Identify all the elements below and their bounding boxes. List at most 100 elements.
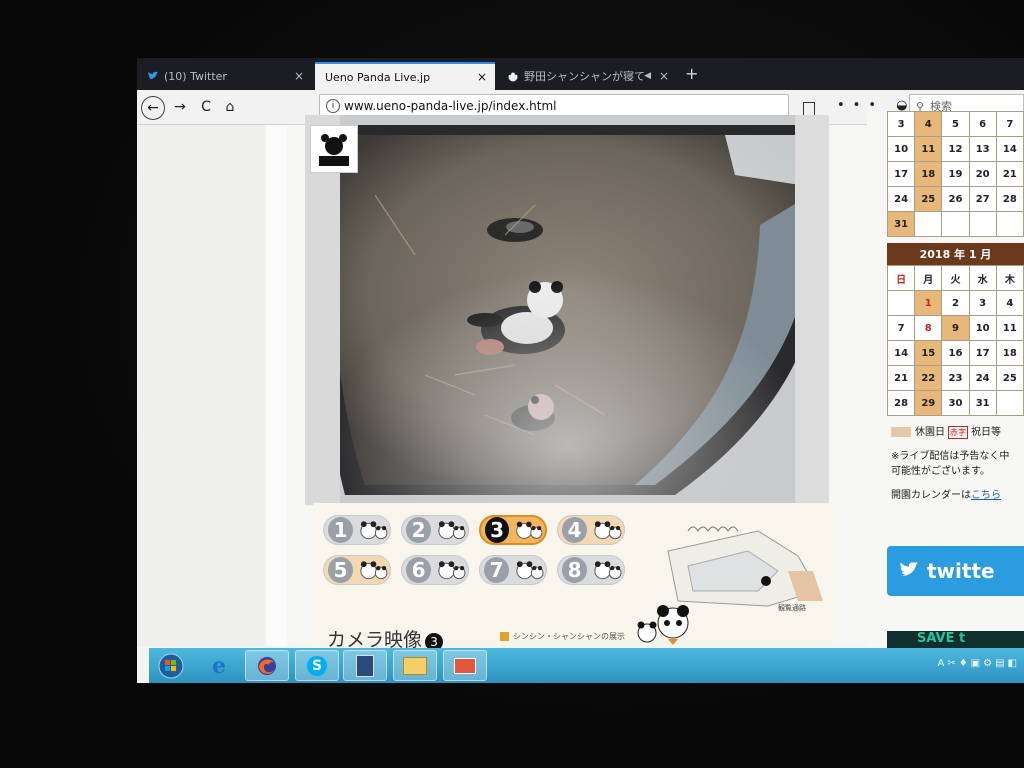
info-icon[interactable]: i	[326, 99, 340, 113]
weekday-label: 月	[914, 265, 943, 291]
calendar-day: 21	[886, 365, 916, 391]
calendar-day: 17	[968, 340, 997, 366]
close-icon[interactable]: ×	[659, 69, 669, 83]
calendar-january: 日月火水木 1 2 3 4 7 8 9 10 11 14 15 16 17 18 21 22 23 24 25 28 29…	[886, 265, 1024, 416]
forward-button[interactable]: →	[169, 96, 191, 118]
tab-label: Ueno Panda Live.jp	[325, 70, 431, 84]
toolbox-icon[interactable]	[443, 650, 487, 681]
calendar-day	[914, 211, 943, 237]
mute-icon[interactable]: ◀	[644, 71, 651, 81]
calendar-day: 28	[995, 186, 1024, 212]
calendar-week: 1234	[886, 290, 1024, 316]
app-window-icon[interactable]	[343, 650, 387, 681]
calendar-day: 11	[914, 136, 943, 162]
calendar-link[interactable]: こちら	[971, 490, 1001, 501]
camera-number: 5	[328, 557, 354, 583]
calendar-day: 24	[886, 186, 916, 212]
calendar-day: 31	[968, 390, 997, 416]
calendar-day: 19	[941, 161, 970, 187]
skype-icon[interactable]: S	[295, 650, 339, 681]
camera-number: 1	[328, 517, 354, 543]
calendar-day: 21	[995, 161, 1024, 187]
twitter-icon	[147, 70, 159, 82]
calendar-week: 17 18 19 20 21	[886, 161, 1024, 187]
live-camera-feed[interactable]	[305, 115, 829, 505]
tab-bar: (10) Twitter × Ueno Panda Live.jp × 野田シャ…	[137, 58, 1024, 90]
new-tab-button[interactable]: +	[685, 64, 698, 83]
file-explorer-icon[interactable]	[393, 650, 437, 681]
tab-label: (10) Twitter	[164, 69, 227, 83]
calendar-link-text: 開園カレンダーはこちら	[891, 490, 1001, 501]
panda-thumbnail-icon	[594, 521, 622, 540]
tab-ueno-panda[interactable]: Ueno Panda Live.jp ×	[315, 62, 495, 90]
calendar-day: 25	[995, 365, 1024, 391]
calendar-day: 18	[914, 161, 943, 187]
panda-mascot	[633, 603, 703, 648]
twitter-button[interactable]: twitte	[887, 546, 1024, 596]
camera-button-7[interactable]: 7	[479, 555, 547, 585]
back-button[interactable]: ←	[141, 96, 165, 120]
camera-number: 7	[484, 557, 510, 583]
camera-button-5[interactable]: 5	[323, 555, 391, 585]
calendar-day: 13	[968, 136, 997, 162]
camera-button-6[interactable]: 6	[401, 555, 469, 585]
map-label: 観覧通路	[778, 604, 806, 612]
calendar-week: 10 11 12 13 14	[886, 136, 1024, 162]
calendar-week: 7 8 9 10 11	[886, 315, 1024, 341]
calendar-day: 20	[968, 161, 997, 187]
close-icon[interactable]: ×	[294, 69, 304, 83]
calendar-week: 28 29 30 31	[886, 390, 1024, 416]
legend-swatch	[500, 632, 509, 641]
calendar-week: 24 25 26 27 28	[886, 186, 1024, 212]
calendar-day: 4	[914, 111, 943, 137]
camera-button-4[interactable]: 4	[557, 515, 625, 545]
site-logo[interactable]	[310, 125, 358, 173]
notice-line-1: ※ライブ配信は予告なく中	[891, 451, 1010, 462]
calendar-day: 7	[995, 111, 1024, 137]
calendar-day: 1	[914, 290, 943, 316]
panda-thumbnail-icon	[360, 521, 388, 540]
reader-mode-icon[interactable]	[803, 102, 815, 116]
red-label: 赤字	[948, 425, 968, 439]
panda-thumbnail-icon	[438, 561, 466, 580]
tab-twitter[interactable]: (10) Twitter ×	[137, 62, 312, 90]
tab-shanshan[interactable]: 野田シャンシャンが寝て ◀ ×	[497, 62, 677, 90]
calendar-day: 27	[968, 186, 997, 212]
calendar-day: 14	[995, 136, 1024, 162]
calendar-day: 3	[968, 290, 997, 316]
camera-button-2[interactable]: 2	[401, 515, 469, 545]
panda-favicon-icon	[507, 70, 519, 82]
camera-button-1[interactable]: 1	[323, 515, 391, 545]
tab-label: 野田シャンシャンが寝て	[524, 70, 645, 83]
calendar-day: 28	[886, 390, 916, 416]
reload-button[interactable]: C	[195, 96, 217, 118]
calendar-day: 31	[886, 211, 916, 237]
firefox-icon[interactable]	[245, 650, 289, 681]
start-button[interactable]	[149, 650, 193, 681]
calendar-day: 26	[941, 186, 970, 212]
home-button[interactable]: ⌂	[219, 96, 241, 118]
calendar-day: 23	[941, 365, 970, 391]
internet-explorer-icon[interactable]: e	[197, 650, 241, 681]
calendar-day: 6	[968, 111, 997, 137]
system-tray[interactable]: A✂♦▣⚙▤◧	[938, 658, 1021, 669]
notice-line-2: 可能性がございます。	[891, 466, 990, 477]
calendar-week: 34567	[886, 111, 1024, 137]
calendar-day	[968, 211, 997, 237]
panda-thumbnail-icon	[594, 561, 622, 580]
weekday-label: 木	[995, 265, 1024, 291]
calendar-day: 29	[914, 390, 943, 416]
close-icon[interactable]: ×	[477, 70, 487, 84]
calendar-day: 8	[914, 315, 943, 341]
calendar-day: 12	[941, 136, 970, 162]
calendar-day	[941, 211, 970, 237]
camera-number: 6	[406, 557, 432, 583]
panda-thumbnail-icon	[516, 521, 543, 539]
camera-button-8[interactable]: 8	[557, 555, 625, 585]
camera-legend: シンシン・シャンシャンの展示	[500, 631, 625, 642]
zoo-map[interactable]: 観覧通路	[648, 511, 828, 616]
left-margin	[137, 125, 265, 646]
calendar-day: 3	[886, 111, 916, 137]
calendar-day: 10	[886, 136, 916, 162]
camera-button-3[interactable]: 3	[479, 515, 547, 545]
